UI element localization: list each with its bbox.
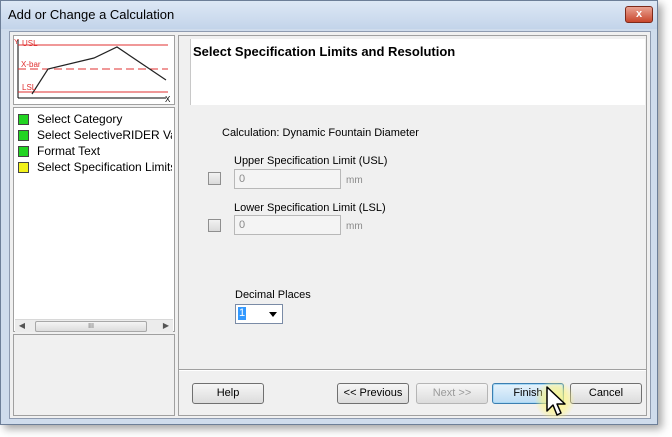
preview-data-line — [31, 46, 167, 95]
decimal-places-select[interactable]: 1 — [235, 304, 283, 324]
scroll-thumb[interactable]: III — [35, 321, 147, 332]
usl-unit: mm — [346, 175, 363, 186]
step-item-select-variable[interactable]: Select SelectiveRIDER Va... — [18, 128, 172, 144]
step-label: Select Specification Limits — [37, 160, 172, 174]
lsl-label: Lower Specification Limit (LSL) — [234, 202, 386, 214]
step-status-icon — [18, 146, 29, 157]
left-pane: Y USL X-bar LSL X Select Category Select… — [13, 35, 177, 416]
dialog-window: Add or Change a Calculation x Y USL X-ba… — [0, 0, 658, 425]
step-status-icon — [18, 162, 29, 173]
right-pane: Select Specification Limits and Resoluti… — [178, 35, 647, 416]
wizard-steps-list[interactable]: Select Category Select SelectiveRIDER Va… — [13, 107, 175, 332]
next-button[interactable]: Next >> — [416, 383, 488, 404]
scroll-left-arrow-icon[interactable]: ◀ — [17, 321, 27, 331]
decimal-places-value: 1 — [238, 307, 247, 320]
close-button[interactable]: x — [625, 6, 653, 23]
dialog-client: Y USL X-bar LSL X Select Category Select… — [9, 31, 651, 419]
usl-checkbox[interactable] — [208, 172, 221, 185]
mouse-pointer-icon — [546, 386, 566, 416]
step-status-icon — [18, 114, 29, 125]
dropdown-arrow-icon — [269, 312, 277, 317]
usl-input[interactable] — [234, 169, 341, 189]
window-title: Add or Change a Calculation — [8, 7, 175, 22]
cancel-button[interactable]: Cancel — [570, 383, 642, 404]
preview-x-label: X — [165, 95, 171, 104]
preview-usl-label: USL — [22, 39, 38, 48]
step-label: Select Category — [37, 112, 123, 126]
help-button[interactable]: Help — [192, 383, 264, 404]
preview-y-label: Y — [14, 39, 19, 46]
left-empty-panel — [13, 334, 175, 416]
step-label: Format Text — [37, 144, 101, 158]
lsl-input[interactable] — [234, 215, 341, 235]
preview-chart-svg: Y USL X-bar LSL X — [14, 39, 171, 104]
calculation-name-label: Calculation: Dynamic Fountain Diameter — [222, 127, 419, 139]
step-item-select-category[interactable]: Select Category — [18, 112, 172, 128]
step-item-format-text[interactable]: Format Text — [18, 144, 172, 160]
lsl-checkbox[interactable] — [208, 219, 221, 232]
previous-button[interactable]: << Previous — [337, 383, 409, 404]
lsl-unit: mm — [346, 221, 363, 232]
steps-horizontal-scrollbar[interactable]: ◀ III ▶ — [15, 319, 173, 332]
step-label: Select SelectiveRIDER Va... — [37, 128, 172, 142]
step-header: Select Specification Limits and Resoluti… — [190, 39, 645, 105]
decimal-places-label: Decimal Places — [235, 289, 311, 301]
button-separator — [179, 369, 646, 370]
preview-lsl-label: LSL — [22, 83, 37, 92]
scroll-right-arrow-icon[interactable]: ▶ — [161, 321, 171, 331]
step-item-select-spec-limits[interactable]: Select Specification Limits — [18, 160, 172, 176]
step-status-icon — [18, 130, 29, 141]
usl-label: Upper Specification Limit (USL) — [234, 155, 388, 167]
step-title: Select Specification Limits and Resoluti… — [193, 44, 456, 59]
preview-chart: Y USL X-bar LSL X — [13, 35, 175, 105]
preview-xbar-label: X-bar — [21, 60, 41, 69]
title-bar[interactable]: Add or Change a Calculation x — [1, 1, 657, 29]
